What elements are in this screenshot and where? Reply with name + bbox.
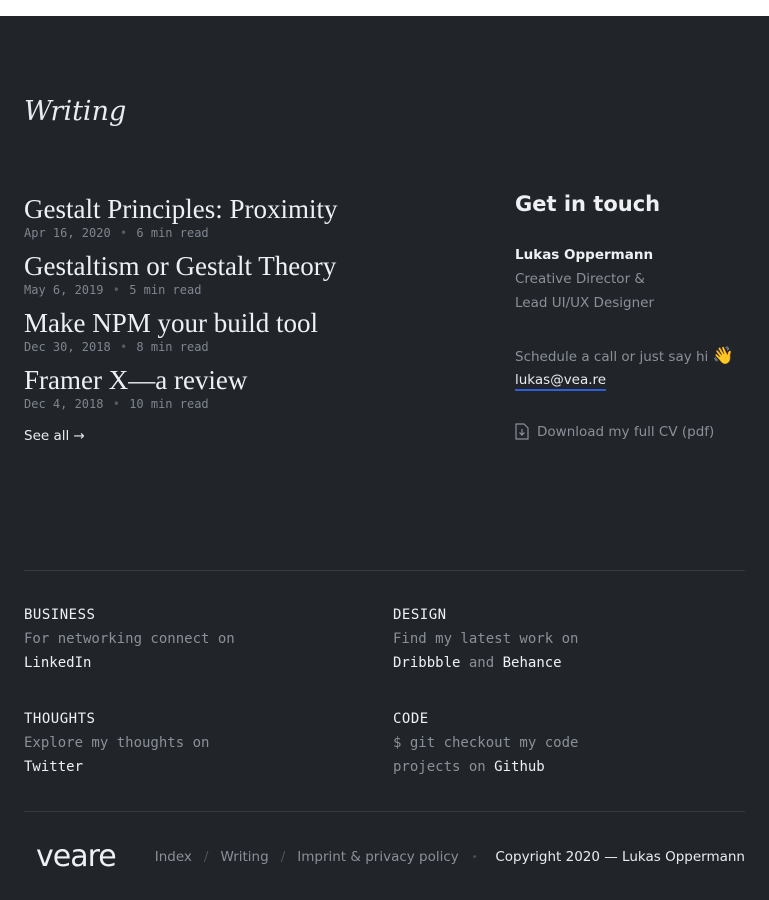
meta-separator: • [119, 226, 128, 240]
email-link[interactable]: lukas@vea.re [515, 372, 607, 391]
post-read-time: 6 min read [136, 226, 209, 240]
social-conjunction: and [468, 655, 495, 671]
nav-link-imprint[interactable]: Imprint & privacy policy [297, 849, 459, 865]
nav-separator: / [203, 849, 209, 865]
contact-role-line: Creative Director & [515, 271, 645, 287]
nav-bullet: • [471, 851, 478, 863]
footer-nav: Index / Writing / Imprint & privacy poli… [155, 849, 491, 865]
post-date: May 6, 2019 [24, 283, 104, 297]
github-link[interactable]: Github [494, 759, 545, 775]
download-cv-label: Download my full CV (pdf) [537, 423, 715, 440]
social-design: DESIGN Find my latest work on Dribbble a… [393, 603, 578, 675]
social-label: DESIGN [393, 607, 447, 623]
design-links: Dribbble and Behance [393, 651, 578, 675]
post-date: Dec 30, 2018 [24, 340, 111, 354]
post-read-time: 8 min read [136, 340, 209, 354]
waving-hand-icon: 👋 [712, 346, 734, 366]
post-read-time: 10 min read [129, 397, 209, 411]
post-item[interactable]: Gestaltism or Gestalt Theory May 6, 2019… [24, 251, 484, 298]
post-date: Dec 4, 2018 [24, 397, 104, 411]
meta-separator: • [119, 340, 128, 354]
social-code: CODE $ git checkout my code projects on … [393, 707, 578, 779]
social-label: BUSINESS [24, 607, 96, 623]
post-title: Gestalt Principles: Proximity [24, 194, 338, 224]
contact-block: Get in touch Lukas Oppermann Creative Di… [515, 192, 755, 440]
contact-call-text: Schedule a call or just say hi 👋 [515, 344, 755, 369]
contact-name: Lukas Oppermann [515, 247, 654, 263]
post-list: Gestalt Principles: Proximity Apr 16, 20… [24, 194, 484, 445]
post-title: Framer X—a review [24, 365, 248, 395]
post-item[interactable]: Gestalt Principles: Proximity Apr 16, 20… [24, 194, 484, 241]
social-thoughts: THOUGHTS Explore my thoughts on Twitter [24, 707, 209, 779]
twitter-link[interactable]: Twitter [24, 759, 83, 775]
download-cv-link[interactable]: Download my full CV (pdf) [515, 423, 755, 440]
code-line: projects on Github [393, 755, 578, 779]
post-item[interactable]: Make NPM your build tool Dec 30, 2018 • … [24, 308, 484, 355]
post-item[interactable]: Framer X—a review Dec 4, 2018 • 10 min r… [24, 365, 484, 412]
nav-link-writing[interactable]: Writing [220, 849, 268, 865]
writing-section-title: Writing [24, 96, 127, 127]
contact-heading: Get in touch [515, 192, 661, 216]
social-description: For networking connect on [24, 631, 235, 647]
dribbble-link[interactable]: Dribbble [393, 655, 460, 671]
social-description: projects on [393, 759, 486, 775]
post-date: Apr 16, 2020 [24, 226, 111, 240]
social-description: Find my latest work on [393, 631, 579, 647]
post-title: Make NPM your build tool [24, 308, 318, 338]
nav-link-index[interactable]: Index [155, 849, 192, 865]
divider [24, 811, 745, 812]
social-description: Explore my thoughts on [24, 735, 210, 751]
call-label: Schedule a call or just say hi [515, 349, 709, 365]
post-meta: May 6, 2019 • 5 min read [24, 282, 484, 298]
site-footer: veare Index / Writing / Imprint & privac… [24, 832, 745, 882]
post-meta: Dec 30, 2018 • 8 min read [24, 339, 484, 355]
divider [24, 570, 745, 571]
see-all-link[interactable]: See all → [24, 428, 85, 444]
footer-panel: Writing Gestalt Principles: Proximity Ap… [0, 16, 769, 900]
copyright-text: Copyright 2020 — Lukas Oppermann [495, 849, 745, 865]
contact-role-line: Lead UI/UX Designer [515, 295, 655, 311]
social-business: BUSINESS For networking connect on Linke… [24, 603, 235, 675]
social-description: $ git checkout my code [393, 735, 579, 751]
nav-separator: / [280, 849, 286, 865]
post-title: Gestaltism or Gestalt Theory [24, 251, 337, 281]
social-label: THOUGHTS [24, 711, 96, 727]
document-download-icon [515, 423, 529, 440]
post-meta: Dec 4, 2018 • 10 min read [24, 396, 484, 412]
post-read-time: 5 min read [129, 283, 202, 297]
post-meta: Apr 16, 2020 • 6 min read [24, 225, 484, 241]
veare-logo[interactable]: veare [36, 842, 117, 872]
behance-link[interactable]: Behance [503, 655, 562, 671]
meta-separator: • [112, 397, 120, 411]
social-label: CODE [393, 711, 429, 727]
linkedin-link[interactable]: LinkedIn [24, 655, 91, 671]
meta-separator: • [112, 283, 120, 297]
